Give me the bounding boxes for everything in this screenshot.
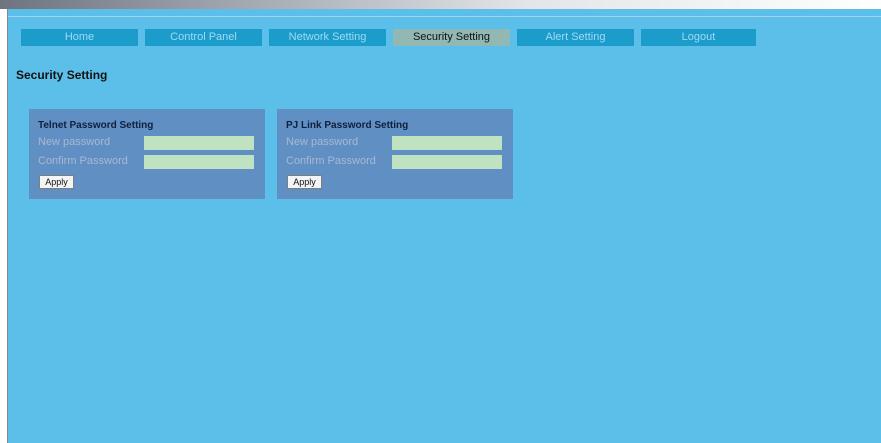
telnet-confirm-password-label: Confirm Password — [38, 155, 128, 167]
tab-security-setting[interactable]: Security Setting — [393, 29, 510, 46]
pjlink-apply-button[interactable]: Apply — [287, 175, 322, 189]
pjlink-new-password-label: New password — [286, 136, 359, 148]
tab-home[interactable]: Home — [21, 29, 138, 46]
pjlink-new-password-input[interactable] — [392, 136, 502, 150]
top-divider — [8, 16, 881, 17]
page-title: Security Setting — [16, 68, 108, 82]
tab-network-setting[interactable]: Network Setting — [269, 29, 386, 46]
pjlink-confirm-password-input[interactable] — [392, 155, 502, 169]
telnet-new-password-label: New password — [38, 136, 111, 148]
telnet-password-panel: Telnet Password Setting New password Con… — [29, 109, 265, 199]
telnet-panel-title: Telnet Password Setting — [38, 120, 154, 131]
top-gradient-bar — [0, 0, 881, 9]
pjlink-panel-title: PJ Link Password Setting — [286, 120, 409, 131]
pjlink-password-panel: PJ Link Password Setting New password Co… — [277, 109, 513, 199]
tab-alert-setting[interactable]: Alert Setting — [517, 29, 634, 46]
tab-logout[interactable]: Logout — [641, 29, 756, 46]
tab-control-panel[interactable]: Control Panel — [145, 29, 262, 46]
telnet-new-password-input[interactable] — [144, 136, 254, 150]
telnet-confirm-password-input[interactable] — [144, 155, 254, 169]
left-border — [0, 9, 8, 443]
pjlink-confirm-password-label: Confirm Password — [286, 155, 376, 167]
telnet-apply-button[interactable]: Apply — [39, 175, 74, 189]
